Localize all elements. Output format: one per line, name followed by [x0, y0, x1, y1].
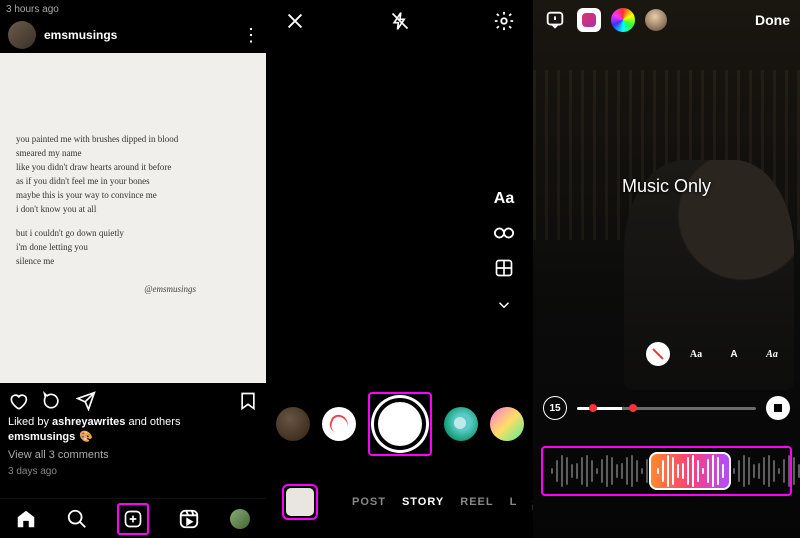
camera-modes: POST STORY REEL L	[352, 496, 517, 508]
music-editor-panel: Done Music Only Aa A Aa 15	[533, 0, 800, 538]
poem-line: silence me	[16, 255, 250, 269]
waveform-highlight	[541, 446, 792, 496]
view-comments-link[interactable]: View all 3 comments	[8, 448, 258, 463]
track-scrubber[interactable]	[577, 407, 756, 410]
duration-badge[interactable]: 15	[543, 396, 567, 420]
poem-line: i don't know you at all	[16, 203, 250, 217]
likes-line[interactable]: Liked by ashreyawrites and others	[8, 415, 258, 430]
poem-line: like you didn't draw hearts around it be…	[16, 161, 250, 175]
share-target-avatar[interactable]	[645, 9, 667, 31]
mode-story[interactable]: STORY	[402, 496, 444, 508]
sticker-icon[interactable]	[577, 8, 601, 32]
post-options-icon[interactable]: ⋮	[242, 25, 258, 46]
poem-signature: @emsmusings	[144, 283, 196, 297]
poem-line: i'm done letting you	[16, 241, 250, 255]
prev-post-time: 3 hours ago	[0, 0, 266, 17]
gallery-button[interactable]	[286, 488, 314, 516]
author-username[interactable]: emsmusings	[44, 28, 117, 42]
editor-topbar: Done	[533, 8, 800, 32]
layout-icon[interactable]	[494, 258, 514, 278]
settings-icon[interactable]	[493, 10, 515, 32]
capture-row	[266, 392, 533, 456]
style-bold-icon[interactable]: A	[722, 342, 746, 366]
poem-line: but i couldn't go down quietly	[16, 227, 250, 241]
camera-topbar	[266, 10, 533, 32]
flash-off-icon[interactable]	[390, 11, 410, 31]
lyric-style-row: Aa A Aa	[646, 342, 784, 366]
text-tool-icon[interactable]: Aa	[494, 190, 514, 208]
mode-post[interactable]: POST	[352, 496, 386, 508]
waveform-before[interactable]	[549, 452, 649, 490]
style-script-icon[interactable]: Aa	[760, 342, 784, 366]
story-camera-panel: Aa POST STORY REEL L	[266, 0, 533, 538]
effect-bubble-3[interactable]	[444, 407, 478, 441]
waveform-after[interactable]	[731, 452, 800, 490]
home-icon[interactable]	[15, 508, 37, 530]
post-age: 3 days ago	[8, 465, 258, 479]
scrub-row: 15	[543, 396, 790, 420]
caption-line[interactable]: emsmusings 🎨	[8, 430, 258, 445]
camera-bottom-row: POST STORY REEL L	[266, 484, 533, 520]
boomerang-icon[interactable]	[493, 226, 515, 240]
post-actions	[0, 383, 266, 415]
camera-side-tools: Aa	[493, 190, 515, 314]
stop-button[interactable]	[766, 396, 790, 420]
poem-line: smeared my name	[16, 147, 250, 161]
post-header: emsmusings ⋮	[0, 17, 266, 53]
reels-icon[interactable]	[178, 508, 200, 530]
waveform-selection[interactable]	[649, 452, 731, 490]
search-icon[interactable]	[66, 508, 88, 530]
create-icon[interactable]	[122, 508, 144, 530]
effect-bubble-1[interactable]	[276, 407, 310, 441]
report-icon[interactable]	[543, 8, 567, 32]
post-meta: Liked by ashreyawrites and others emsmus…	[0, 415, 266, 479]
gallery-highlight	[282, 484, 318, 520]
poem-line: maybe this is your way to convince me	[16, 189, 250, 203]
like-icon[interactable]	[8, 391, 28, 411]
save-icon[interactable]	[238, 391, 258, 411]
comment-icon[interactable]	[42, 391, 62, 411]
effect-bubble-2[interactable]	[322, 407, 356, 441]
poem-line: as if you didn't feel me in your bones	[16, 175, 250, 189]
author-avatar[interactable]	[8, 21, 36, 49]
mode-reel[interactable]: REEL	[460, 496, 493, 508]
palette-emoji-icon: 🎨	[79, 430, 93, 445]
shutter-button[interactable]	[374, 398, 426, 450]
style-serif-icon[interactable]: Aa	[684, 342, 708, 366]
mode-live[interactable]: L	[510, 496, 518, 508]
feed-panel: 3 hours ago emsmusings ⋮ you painted me …	[0, 0, 266, 538]
style-none-icon[interactable]	[646, 342, 670, 366]
bottom-nav	[0, 498, 266, 538]
post-image[interactable]: you painted me with brushes dipped in bl…	[0, 53, 266, 383]
close-icon[interactable]	[284, 10, 306, 32]
shutter-highlight	[368, 392, 432, 456]
effect-bubble-4[interactable]	[490, 407, 524, 441]
create-highlight	[117, 503, 149, 535]
chevron-down-icon[interactable]	[495, 296, 513, 314]
profile-nav-avatar[interactable]	[229, 508, 251, 530]
share-icon[interactable]	[76, 391, 96, 411]
poem-line: you painted me with brushes dipped in bl…	[16, 133, 250, 147]
music-only-label: Music Only	[533, 176, 800, 197]
effects-icon[interactable]	[611, 8, 635, 32]
done-button[interactable]: Done	[755, 12, 790, 28]
